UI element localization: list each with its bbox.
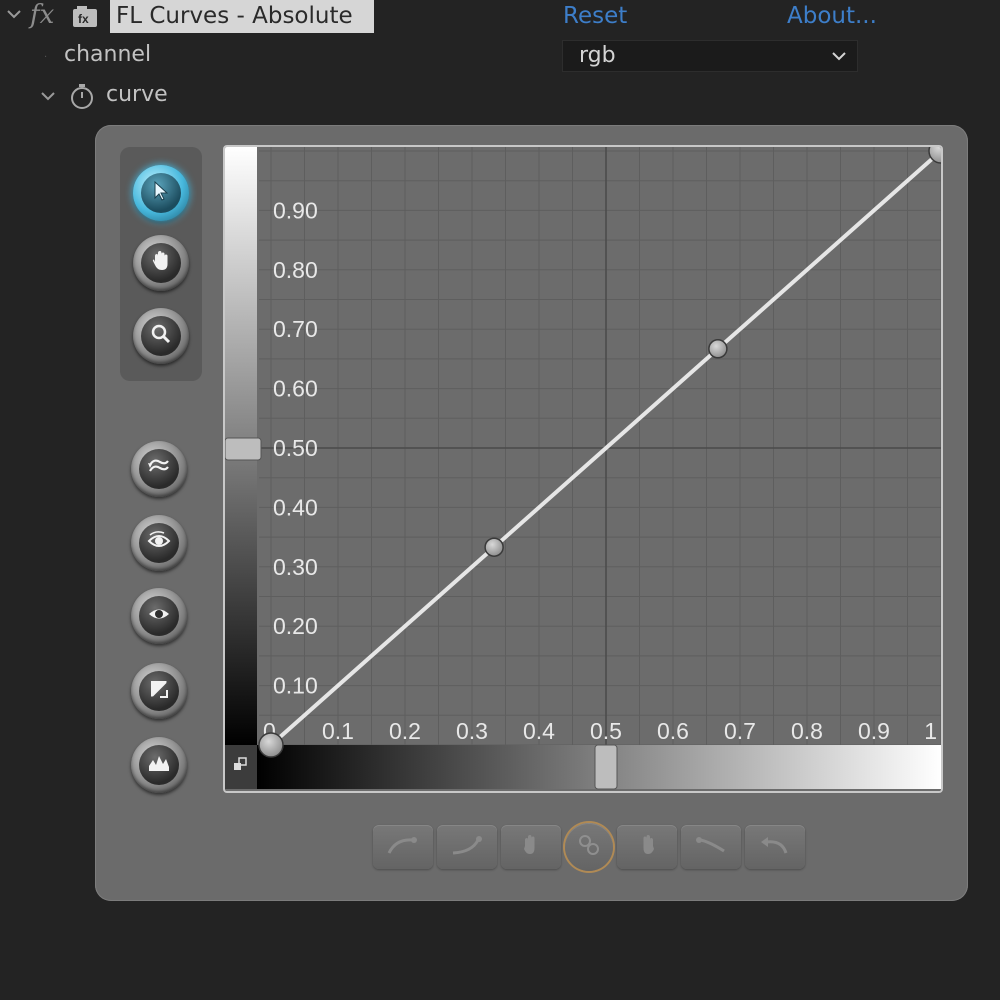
effect-header: fx fx FL Curves - Absolute Reset About..… — [0, 0, 1000, 34]
channel-dropdown-value: rgb — [579, 43, 616, 68]
ease-in-button[interactable] — [373, 825, 433, 869]
about-link[interactable]: About... — [787, 0, 877, 33]
y-tick-label: 0.90 — [273, 197, 318, 223]
ease-out-button[interactable] — [437, 825, 497, 869]
show-original-icon — [146, 528, 172, 558]
channel-bullet: · — [44, 52, 48, 63]
effect-title[interactable]: FL Curves - Absolute — [110, 0, 374, 33]
y-tick-label: 0.30 — [273, 554, 318, 580]
hand-tool-button[interactable] — [133, 235, 189, 291]
hand-right-icon — [635, 833, 659, 861]
invert-icon — [146, 676, 172, 706]
reset-curve-icon — [146, 454, 172, 484]
x-tick-label: 1 — [924, 718, 937, 744]
pointer-tool-button[interactable] — [133, 165, 189, 221]
link-icon — [576, 832, 602, 862]
channel-dropdown[interactable]: rgb — [562, 40, 858, 72]
y-tick-label: 0.80 — [273, 257, 318, 283]
ease-down-button[interactable] — [681, 825, 741, 869]
y-tick-label: 0.40 — [273, 494, 318, 520]
x-tick-label: 0.3 — [456, 718, 488, 744]
hand-right-button[interactable] — [617, 825, 677, 869]
svg-text:fx: fx — [78, 12, 89, 26]
zoom-icon — [149, 322, 173, 350]
curve-graph[interactable]: 0.10 0.20 0.30 0.40 0.50 0.60 0.70 0.80 0.90 0 0.1… — [223, 145, 943, 793]
hand-icon — [149, 249, 173, 277]
x-tick-label: 0.9 — [858, 718, 890, 744]
curve-label: curve — [106, 82, 168, 107]
eye-icon — [146, 601, 172, 631]
zoom-tool-button[interactable] — [133, 308, 189, 364]
y-tick-label: 0.50 — [273, 435, 318, 461]
curve-control-point[interactable] — [708, 339, 728, 359]
curve-control-point[interactable] — [258, 732, 284, 758]
y-tick-label: 0.10 — [273, 673, 318, 699]
link-button[interactable] — [565, 823, 613, 871]
ease-down-icon — [694, 834, 728, 860]
y-tick-label: 0.60 — [273, 376, 318, 402]
x-tick-label: 0.1 — [322, 718, 354, 744]
reset-link[interactable]: Reset — [563, 0, 627, 33]
output-slider-handle[interactable] — [225, 437, 262, 461]
ease-in-icon — [386, 834, 420, 860]
pointer-icon — [149, 179, 173, 207]
stopwatch-icon[interactable] — [68, 82, 96, 114]
show-original-button[interactable] — [131, 515, 187, 571]
effect-collapse-icon[interactable] — [6, 6, 22, 26]
x-tick-label: 0.7 — [724, 718, 756, 744]
undo-icon — [758, 834, 792, 860]
x-tick-label: 0.8 — [791, 718, 823, 744]
effect-presets-icon[interactable]: fx — [72, 6, 98, 28]
hand-left-icon — [519, 833, 543, 861]
view-button[interactable] — [131, 588, 187, 644]
chevron-down-icon — [831, 41, 847, 80]
reset-curve-button[interactable] — [131, 441, 187, 497]
curve-control-point[interactable] — [484, 537, 504, 557]
invert-button[interactable] — [131, 663, 187, 719]
channel-label: channel — [64, 42, 152, 67]
curve-graph-svg[interactable]: 0.100.200.300.400.500.600.700.800.900 0.1… — [225, 147, 941, 791]
undo-button[interactable] — [745, 825, 805, 869]
histogram-button[interactable] — [131, 737, 187, 793]
x-tick-label: 0.6 — [657, 718, 689, 744]
fx-toggle-icon[interactable]: fx — [30, 0, 54, 30]
hand-left-button[interactable] — [501, 825, 561, 869]
input-slider-handle[interactable] — [594, 744, 618, 790]
x-tick-label: 0.5 — [590, 718, 622, 744]
x-tick-label: 0.2 — [389, 718, 421, 744]
y-tick-label: 0.20 — [273, 613, 318, 639]
curves-panel: 0.10 0.20 0.30 0.40 0.50 0.60 0.70 0.80 0.90 0 0.1… — [95, 125, 968, 901]
histogram-icon — [146, 750, 172, 780]
curve-shape-toolbar — [373, 823, 821, 873]
x-tick-label: 0.4 — [523, 718, 555, 744]
y-tick-label: 0.70 — [273, 316, 318, 342]
ease-out-icon — [450, 834, 484, 860]
curve-collapse-icon[interactable] — [40, 88, 56, 108]
